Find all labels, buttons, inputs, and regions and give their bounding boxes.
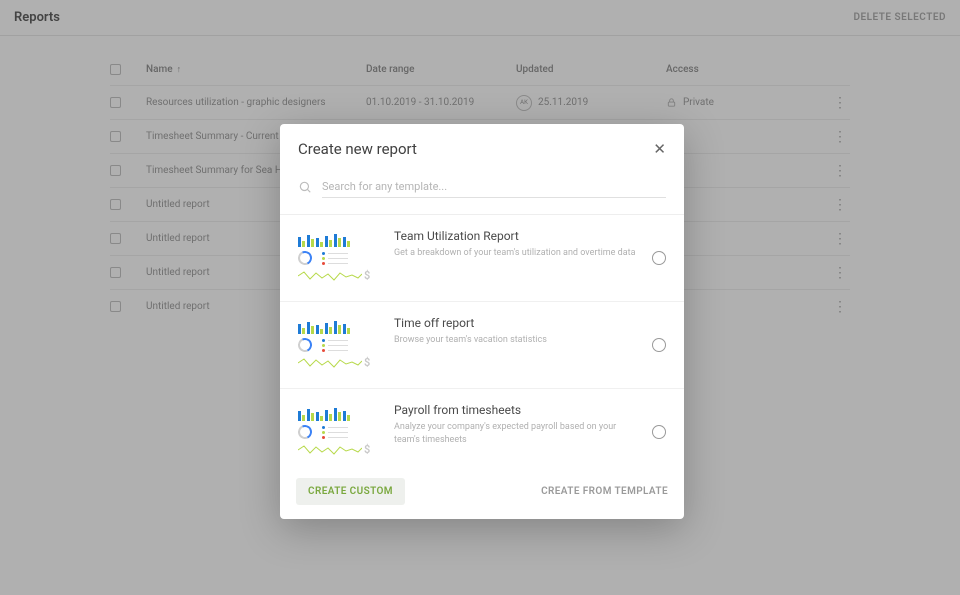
template-item-team-utilization[interactable]: $ Team Utilization Report Get a breakdow… <box>280 215 684 302</box>
template-list[interactable]: $ Team Utilization Report Get a breakdow… <box>280 214 684 464</box>
create-from-template-button[interactable]: CREATE FROM TEMPLATE <box>541 486 668 497</box>
template-desc: Get a breakdown of your team's utilizati… <box>394 247 638 260</box>
search-row <box>280 172 684 214</box>
template-radio[interactable] <box>652 425 666 439</box>
search-icon <box>298 180 312 194</box>
template-title: Time off report <box>394 316 638 330</box>
template-desc: Analyze your company's expected payroll … <box>394 421 638 446</box>
template-item-payroll[interactable]: $ Payroll from timesheets Analyze your c… <box>280 389 684 464</box>
template-desc: Browse your team's vacation statistics <box>394 334 638 347</box>
template-item-time-off[interactable]: $ Time off report Browse your team's vac… <box>280 302 684 389</box>
create-custom-button[interactable]: CREATE CUSTOM <box>296 478 405 505</box>
template-thumbnail-icon: $ <box>298 229 380 287</box>
close-icon[interactable]: ✕ <box>653 142 666 157</box>
template-thumbnail-icon: $ <box>298 403 380 461</box>
template-title: Payroll from timesheets <box>394 403 638 417</box>
create-report-modal: Create new report ✕ <box>280 124 684 519</box>
modal-footer: CREATE CUSTOM CREATE FROM TEMPLATE <box>280 464 684 519</box>
template-thumbnail-icon: $ <box>298 316 380 374</box>
search-input[interactable] <box>322 176 666 198</box>
template-radio[interactable] <box>652 338 666 352</box>
template-title: Team Utilization Report <box>394 229 638 243</box>
modal-header: Create new report ✕ <box>280 124 684 172</box>
modal-title: Create new report <box>298 140 417 158</box>
template-radio[interactable] <box>652 251 666 265</box>
